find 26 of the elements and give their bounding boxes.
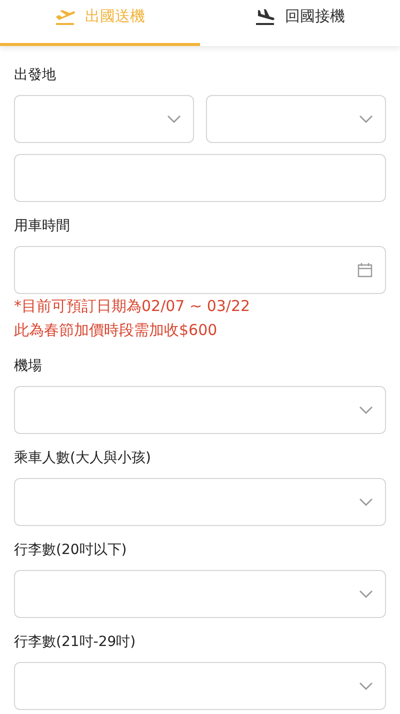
calendar-icon [357,262,373,278]
field-label: 乘車人數(大人與小孩) [14,449,152,468]
field-label: 用車時間 [14,217,71,236]
field-label: 出發地 [14,66,57,85]
chevron-down-icon [167,115,181,123]
select-field[interactable] [14,662,386,710]
field-label: 機場 [14,357,43,376]
select-field[interactable] [14,478,386,526]
field-label: 行李數(21吋-29吋) [14,633,137,652]
chevron-down-icon [359,590,373,598]
select-field[interactable] [14,386,386,434]
tab[interactable]: 回國接機 [200,0,400,46]
plane-landing-icon [255,8,275,24]
date-field[interactable] [14,246,386,294]
chevron-down-icon [359,682,373,690]
chevron-down-icon [359,406,373,414]
notice-text: *目前可預訂日期為02/07 ~ 03/22 [14,296,252,317]
notice-text: 此為春節加價時段需加收$600 [14,320,218,341]
select-field[interactable] [14,95,194,143]
text-field[interactable] [14,154,386,202]
field-label: 行李數(20吋以下) [14,541,128,560]
select-field[interactable] [206,95,386,143]
chevron-down-icon [359,115,373,123]
chevron-down-icon [359,498,373,506]
plane-takeoff-icon [55,8,75,24]
select-field[interactable] [14,570,386,618]
